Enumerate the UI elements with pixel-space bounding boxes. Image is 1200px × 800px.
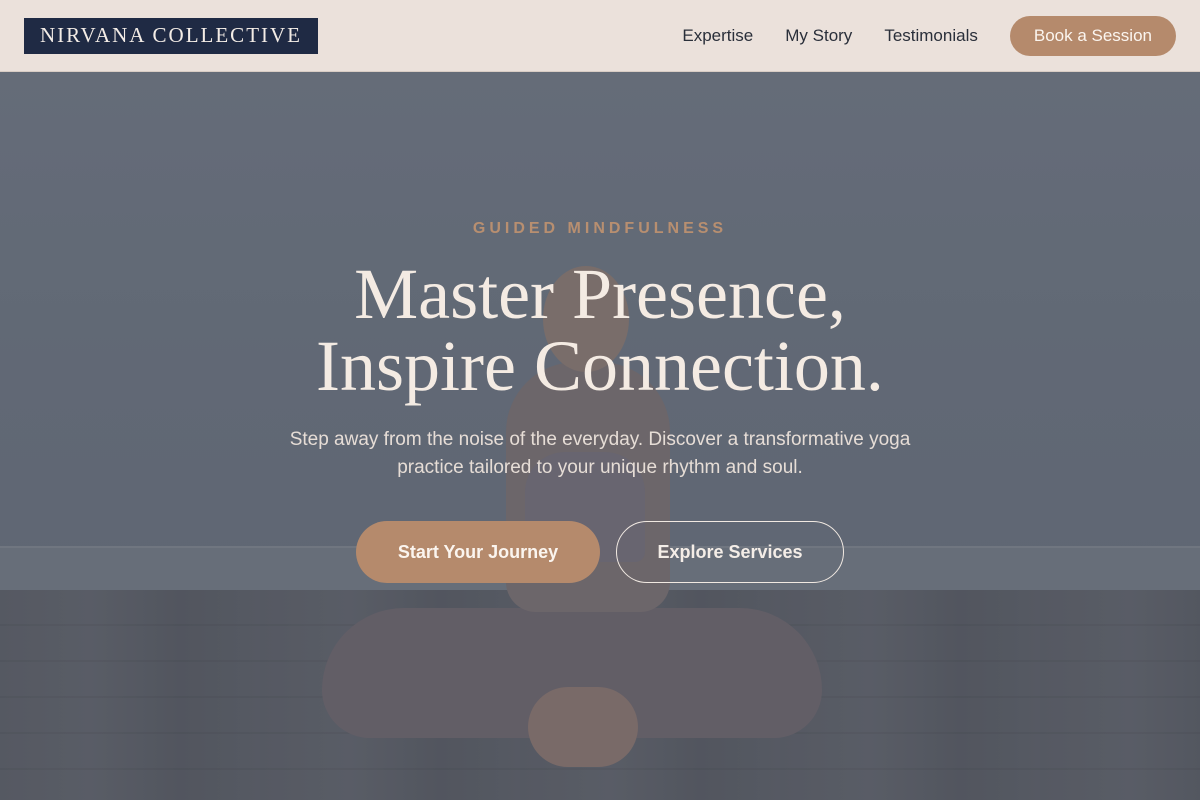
explore-services-button[interactable]: Explore Services <box>616 521 844 583</box>
hero-headline: Master Presence, Inspire Connection. <box>0 258 1200 402</box>
main-nav: Expertise My Story Testimonials Book a S… <box>682 15 1176 56</box>
hero-eyebrow: GUIDED MINDFULNESS <box>472 220 728 237</box>
nav-link-my-story[interactable]: My Story <box>785 26 852 46</box>
headline-line-2: Inspire Connection. <box>316 326 884 406</box>
nav-link-testimonials[interactable]: Testimonials <box>884 26 978 46</box>
hero-subtext: Step away from the noise of the everyday… <box>289 429 911 478</box>
hero-content: GUIDED MINDFULNESS Master Presence, Insp… <box>0 72 1200 800</box>
hero-cta-row: Start Your Journey Explore Services <box>356 521 844 583</box>
site-header: NIRVANA COLLECTIVE Expertise My Story Te… <box>0 0 1200 72</box>
book-session-button[interactable]: Book a Session <box>1009 15 1176 56</box>
brand-logo[interactable]: NIRVANA COLLECTIVE <box>24 17 319 54</box>
start-journey-button[interactable]: Start Your Journey <box>356 521 600 583</box>
nav-link-expertise[interactable]: Expertise <box>682 26 753 46</box>
headline-line-1: Master Presence, <box>354 254 846 334</box>
